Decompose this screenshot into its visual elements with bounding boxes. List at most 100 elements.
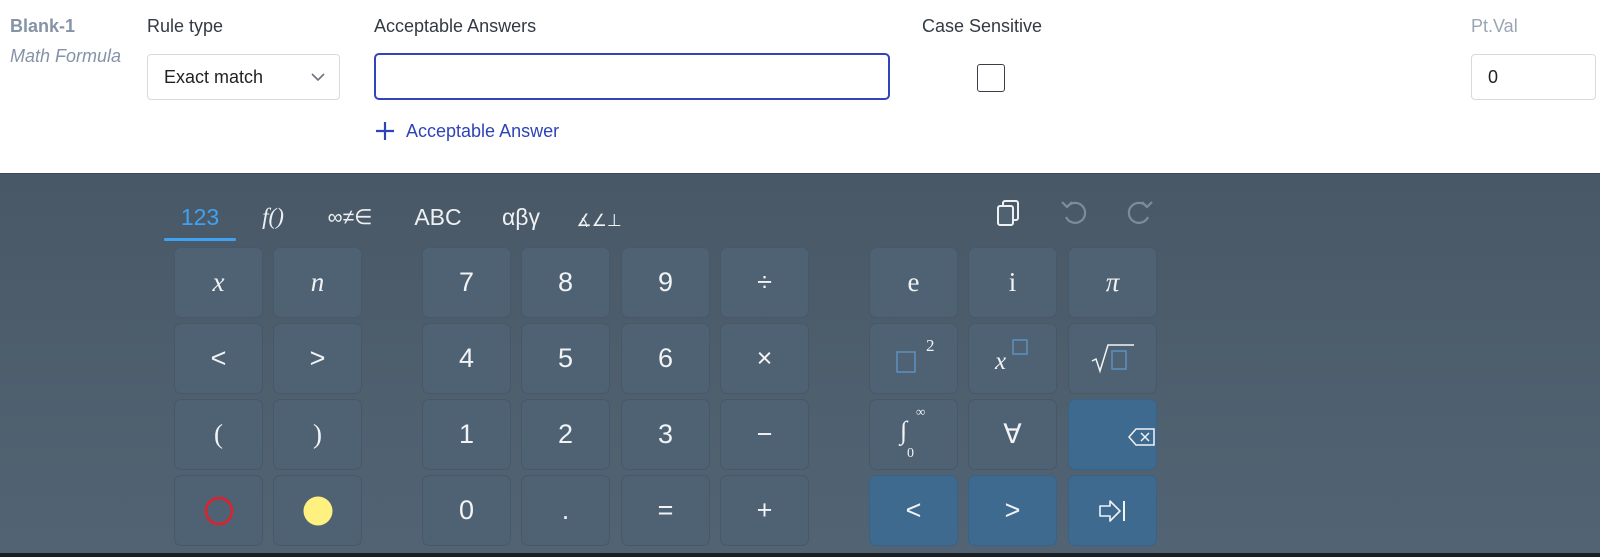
move-to-end-button[interactable] <box>1068 475 1157 546</box>
open-circle-icon <box>204 496 233 525</box>
key-plus-label: + <box>756 495 773 525</box>
key-left-paren-label: ( <box>214 419 223 449</box>
add-acceptable-answer-label: Acceptable Answer <box>406 120 560 141</box>
key-power-base: x <box>995 348 1007 375</box>
tab-numbers[interactable]: 123 <box>164 202 236 232</box>
tab-greek[interactable]: αβγ <box>496 202 546 232</box>
rule-type-header: Rule type <box>147 16 224 36</box>
key-right-paren-label: ) <box>313 419 322 449</box>
tab-functions[interactable]: f() <box>252 202 294 232</box>
key-square-root[interactable] <box>1068 323 1157 394</box>
copy-icon <box>997 200 1019 226</box>
case-sensitive-header: Case Sensitive <box>922 16 1043 36</box>
key-e-label: e <box>907 267 920 297</box>
tab-letters[interactable]: ABC <box>410 202 466 232</box>
key-greater-than[interactable]: > <box>273 323 362 394</box>
acceptable-answers-header: Acceptable Answers <box>374 16 537 36</box>
undo-button[interactable] <box>1056 194 1092 230</box>
key-minus[interactable]: − <box>720 399 809 470</box>
key-5[interactable]: 5 <box>521 323 610 394</box>
key-divide[interactable]: ÷ <box>720 247 809 318</box>
exponent-placeholder-icon <box>1012 339 1028 355</box>
key-equals-label: = <box>657 495 674 525</box>
blank-type-label: Math Formula <box>10 46 122 66</box>
copy-button[interactable] <box>990 194 1026 230</box>
redo-button[interactable] <box>1122 194 1158 230</box>
key-3[interactable]: 3 <box>621 399 710 470</box>
integral-upper-limit: ∞ <box>916 404 926 419</box>
key-0[interactable]: 0 <box>422 475 511 546</box>
cursor-right-button[interactable]: > <box>968 475 1057 546</box>
key-multiply-label: × <box>756 343 773 373</box>
key-multiply[interactable]: × <box>720 323 809 394</box>
key-greater-than-label: > <box>309 343 326 373</box>
key-7-label: 7 <box>458 267 475 297</box>
key-for-all[interactable]: ∀ <box>968 399 1057 470</box>
math-keyboard: 123 f() ∞≠∈ ABC αβγ ∡∠⊥ x n < > () 7 8 … <box>0 173 1600 557</box>
key-9[interactable]: 9 <box>621 247 710 318</box>
integral-sign: ∫ <box>900 416 908 445</box>
key-for-all-label: ∀ <box>1003 419 1022 449</box>
filled-circle-icon <box>303 496 332 525</box>
key-decimal-label: . <box>561 495 570 525</box>
cursor-left-button[interactable]: < <box>869 475 958 546</box>
key-4[interactable]: 4 <box>422 323 511 394</box>
key-e[interactable]: e <box>869 247 958 318</box>
point-value-input[interactable] <box>1471 54 1596 100</box>
chevron-down-icon <box>311 73 325 82</box>
key-filled-point[interactable] <box>273 475 362 546</box>
key-1[interactable]: 1 <box>422 399 511 470</box>
key-less-than[interactable]: < <box>174 323 263 394</box>
key-6[interactable]: 6 <box>621 323 710 394</box>
active-tab-indicator <box>164 238 236 241</box>
key-i-label: i <box>1008 267 1017 297</box>
key-2-label: 2 <box>557 419 574 449</box>
key-equals[interactable]: = <box>621 475 710 546</box>
key-divide-label: ÷ <box>757 267 772 297</box>
blank-rule-row: Blank-1 Math Formula Rule type Acceptabl… <box>0 0 1600 173</box>
key-4-label: 4 <box>458 343 475 373</box>
rule-type-value: Exact match <box>164 67 264 87</box>
integral-lower-limit: 0 <box>907 446 914 461</box>
key-7[interactable]: 7 <box>422 247 511 318</box>
key-n[interactable]: n <box>273 247 362 318</box>
key-0-label: 0 <box>458 495 475 525</box>
rule-type-select[interactable]: Exact match <box>147 54 340 100</box>
key-6-label: 6 <box>657 343 674 373</box>
backspace-button[interactable] <box>1068 399 1157 470</box>
backspace-icon <box>1128 428 1155 446</box>
tab-symbols[interactable]: ∞≠∈ <box>322 202 378 232</box>
square-placeholder-icon <box>895 350 916 373</box>
key-square[interactable]: 2 <box>869 323 958 394</box>
case-sensitive-checkbox[interactable] <box>977 64 1005 92</box>
key-8[interactable]: 8 <box>521 247 610 318</box>
blank-title: Blank-1 <box>10 16 76 36</box>
redo-icon <box>1127 201 1153 224</box>
tab-geometry[interactable]: ∡∠⊥ <box>576 206 621 236</box>
key-1-label: 1 <box>458 419 475 449</box>
key-pi[interactable]: π <box>1068 247 1157 318</box>
key-decimal[interactable]: . <box>521 475 610 546</box>
acceptable-answer-input[interactable] <box>374 53 890 100</box>
key-open-point[interactable] <box>174 475 263 546</box>
key-n-label: n <box>310 267 325 297</box>
key-x-label: x <box>212 267 225 297</box>
pt-val-header: Pt.Val <box>1471 16 1518 36</box>
cursor-left-label: < <box>905 495 922 525</box>
key-minus-label: − <box>756 419 773 449</box>
key-less-than-label: < <box>210 343 227 373</box>
key-pi-label: π <box>1105 267 1120 297</box>
key-9-label: 9 <box>657 267 674 297</box>
key-i[interactable]: i <box>968 247 1057 318</box>
key-x[interactable]: x <box>174 247 263 318</box>
key-left-paren[interactable]: ( <box>174 399 263 470</box>
key-integral[interactable]: ∞ ∫ 0 <box>869 399 958 470</box>
key-2[interactable]: 2 <box>521 399 610 470</box>
square-root-icon <box>1091 343 1134 373</box>
key-plus[interactable]: + <box>720 475 809 546</box>
key-right-paren[interactable]: ) <box>273 399 362 470</box>
bottom-edge <box>0 553 1600 557</box>
key-3-label: 3 <box>657 419 674 449</box>
add-acceptable-answer-button[interactable]: Acceptable Answer <box>374 117 559 145</box>
key-power[interactable]: x <box>968 323 1057 394</box>
